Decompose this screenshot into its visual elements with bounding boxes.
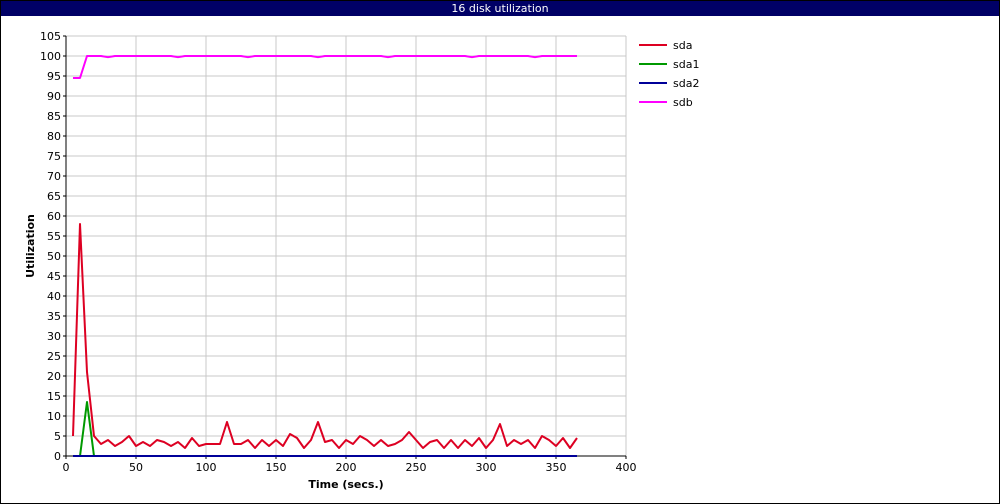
x-axis-title: Time (secs.) [308,478,383,491]
x-tick-label: 100 [196,461,217,474]
chart-canvas: 0 5 10 15 20 25 30 35 40 45 50 55 60 65 70 75 80 85 90 95 10… [24,30,699,491]
y-axis-title: Utilization [24,214,37,278]
y-tick-label: 95 [47,70,61,83]
legend: sda sda1 sda2 sdb [639,39,699,109]
y-tick-label: 65 [47,190,61,203]
y-tick-label: 35 [47,310,61,323]
x-tick-label: 300 [476,461,497,474]
y-tick-label: 40 [47,290,61,303]
y-tick-label: 5 [54,430,61,443]
y-tick-label: 45 [47,270,61,283]
y-tick-label: 20 [47,370,61,383]
y-tick-label: 30 [47,330,61,343]
y-tick-label: 105 [40,30,61,43]
y-tick-label: 60 [47,210,61,223]
x-tick-label: 0 [63,461,70,474]
y-tick-label: 75 [47,150,61,163]
y-tick-label: 0 [54,450,61,463]
y-tick-label: 85 [47,110,61,123]
x-tick-label: 250 [406,461,427,474]
y-tick-label: 90 [47,90,61,103]
legend-label-sda1: sda1 [673,58,699,71]
legend-label-sda2: sda2 [673,77,699,90]
chart-window: 16 disk utilization 0 5 10 15 20 25 30 35 40 45 50… [0,0,1000,504]
y-tick-label: 55 [47,230,61,243]
y-tick-label: 80 [47,130,61,143]
y-tick-label: 10 [47,410,61,423]
x-tick-label: 150 [266,461,287,474]
y-tick-label: 15 [47,390,61,403]
y-tick-label: 50 [47,250,61,263]
legend-label-sda: sda [673,39,692,52]
y-tick-label: 100 [40,50,61,63]
grid [65,35,627,457]
x-tick-label: 50 [129,461,143,474]
y-tick-label: 70 [47,170,61,183]
x-tick-label: 400 [616,461,637,474]
legend-label-sdb: sdb [673,96,693,109]
y-tick-label: 25 [47,350,61,363]
x-tick-label: 200 [336,461,357,474]
x-tick-label: 350 [546,461,567,474]
